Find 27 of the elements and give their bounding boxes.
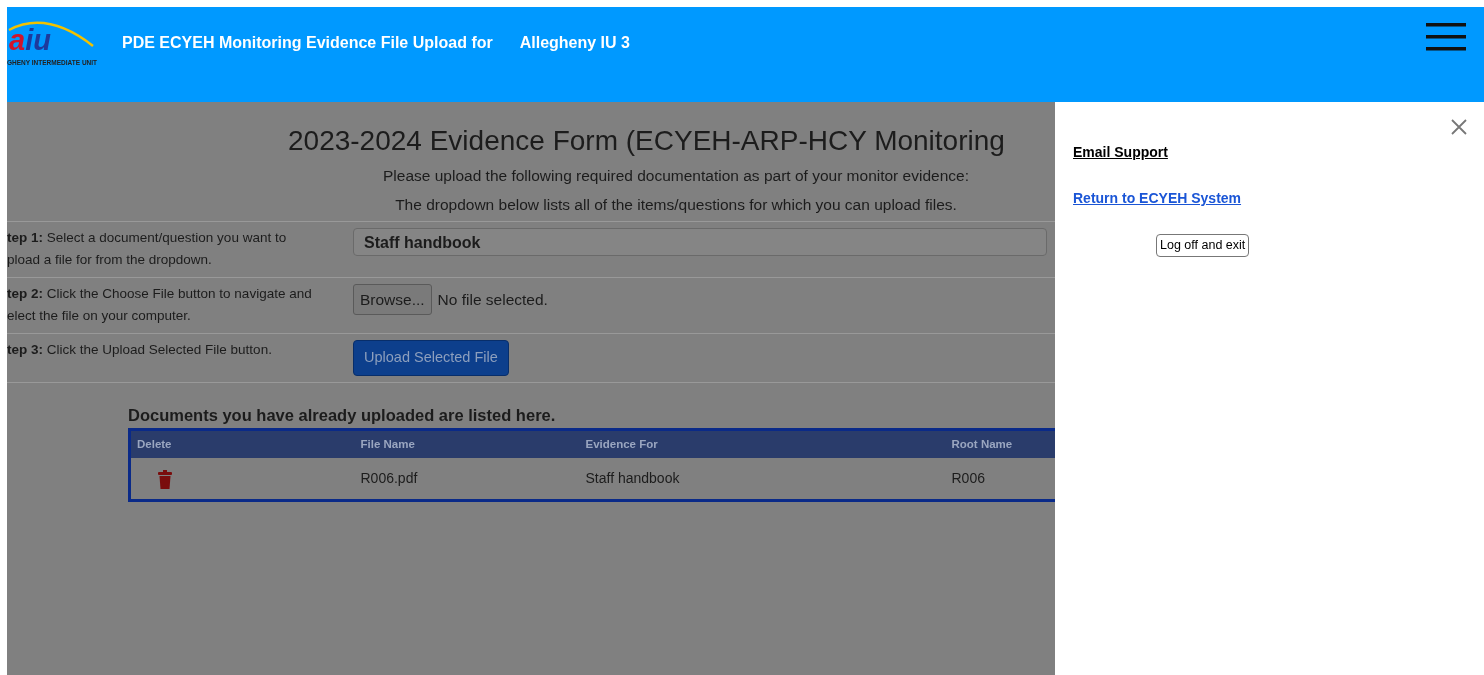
organization-name: Allegheny IU 3 xyxy=(519,33,630,53)
logoff-button[interactable]: Log off and exit xyxy=(1156,234,1250,257)
column-header: File Name xyxy=(354,429,580,458)
menu-icon[interactable] xyxy=(1426,22,1466,52)
section-heading: Documents you have already uploaded are listed here. xyxy=(128,405,556,424)
document-select[interactable]: Staff handbook xyxy=(353,228,1047,257)
email-support-link[interactable]: Email Support xyxy=(1073,142,1168,163)
browse-button[interactable]: Browse... xyxy=(353,284,432,316)
step-instruction: elect the file on your computer. xyxy=(7,307,192,326)
step-instruction: pload a file for from the dropdown. xyxy=(7,251,213,270)
step-instruction: tep 1: Select a document/question you want to xyxy=(7,229,288,248)
table-cell: R006 xyxy=(945,457,1127,501)
step-instruction: tep 3: Click the Upload Selected File button. xyxy=(7,341,273,360)
page-title: PDE ECYEH Monitoring Evidence File Upload for xyxy=(122,33,493,53)
table-cell: R006.pdf xyxy=(354,457,580,501)
instruction-text: The dropdown below lists all of the items/questions for which you can upload files. xyxy=(395,195,957,213)
column-header: Evidence For xyxy=(579,429,946,458)
instruction-text: Please upload the following required documentation as part of your monitor evidence: xyxy=(383,166,969,184)
upload-button[interactable]: Upload Selected File xyxy=(353,340,509,376)
trash-icon[interactable] xyxy=(157,469,173,489)
form-title: 2023-2024 Evidence Form (ECYEH-ARP-HCY Monitoring xyxy=(288,125,1005,156)
file-status: No file selected. xyxy=(437,290,548,311)
column-header: Delete xyxy=(129,429,355,458)
return-link[interactable]: Return to ECYEH System xyxy=(1073,188,1242,209)
close-icon[interactable] xyxy=(1451,119,1467,135)
table-cell: Staff handbook xyxy=(579,457,946,501)
step-instruction: tep 2: Click the Choose File button to navigate and xyxy=(7,285,313,304)
